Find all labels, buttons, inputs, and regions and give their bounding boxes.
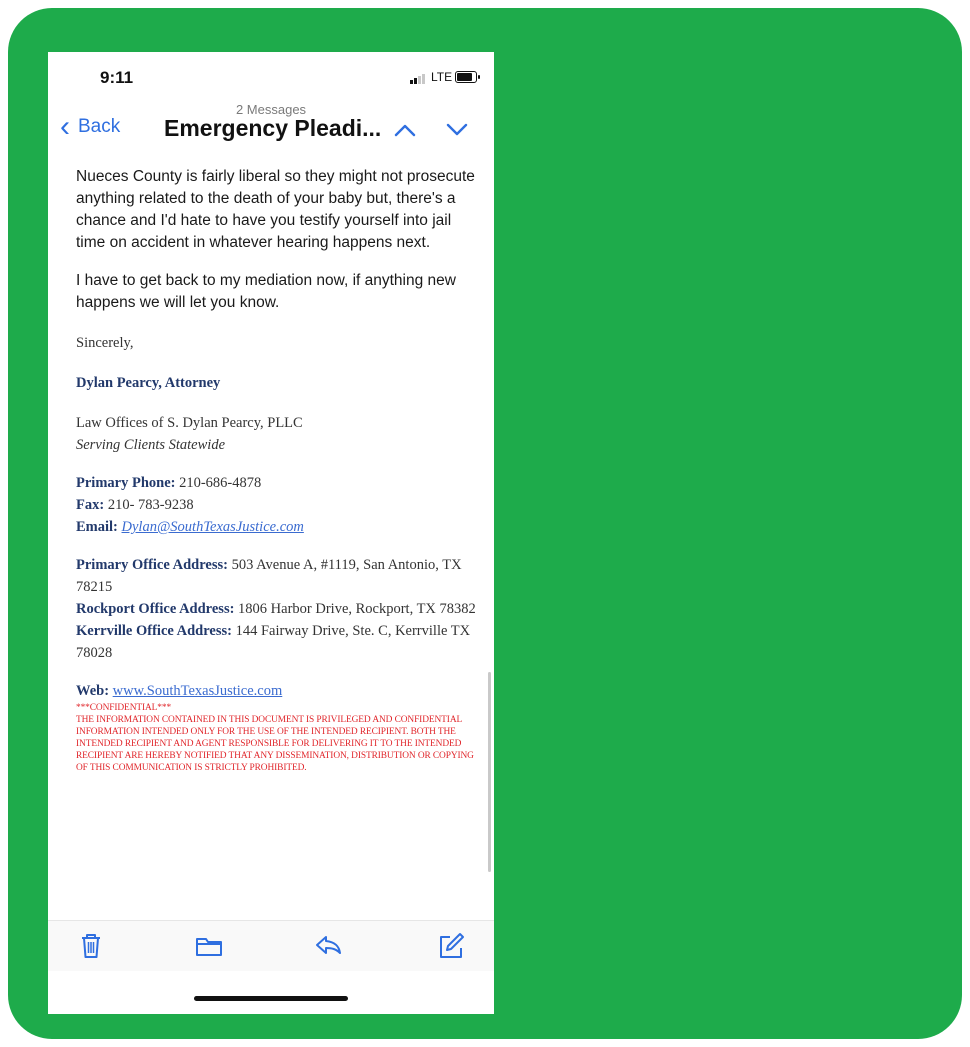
- green-frame: 9:11 LTE 2 Messages ‹ Back Emergency Ple…: [8, 8, 962, 1039]
- scrollbar[interactable]: [488, 672, 491, 872]
- fax-label: Fax:: [76, 497, 105, 513]
- back-button[interactable]: ‹ Back: [60, 110, 121, 143]
- back-label: Back: [78, 116, 121, 137]
- battery-icon: [455, 71, 480, 83]
- trash-button[interactable]: [76, 931, 106, 961]
- rockport-office-label: Rockport Office Address:: [76, 601, 235, 617]
- chevron-down-icon: [446, 123, 468, 136]
- phone-screen: 9:11 LTE 2 Messages ‹ Back Emergency Ple…: [48, 52, 494, 1014]
- mail-toolbar: [48, 920, 494, 971]
- folder-icon: [196, 938, 222, 956]
- primary-phone-line: Primary Phone: 210-686-4878: [76, 472, 484, 494]
- signature-name: Dylan Pearcy, Attorney: [76, 375, 221, 391]
- firm-name: Law Offices of S. Dylan Pearcy, PLLC: [76, 415, 303, 431]
- kerrville-office-label: Kerrville Office Address:: [76, 623, 232, 639]
- chevron-up-icon: [394, 124, 416, 137]
- email-subject: Emergency Pleadi...: [164, 115, 382, 141]
- compose-button[interactable]: [436, 931, 466, 961]
- compose-icon: [440, 933, 464, 958]
- email-paragraph-2: I have to get back to my mediation now, …: [76, 272, 456, 311]
- primary-office-line: Primary Office Address: 503 Avenue A, #1…: [76, 554, 484, 598]
- signal-icon: [410, 74, 425, 84]
- confidential-notice: THE INFORMATION CONTAINED IN THIS DOCUME…: [76, 715, 474, 773]
- firm-tagline: Serving Clients Statewide: [76, 437, 226, 453]
- home-indicator[interactable]: [194, 996, 348, 1001]
- email-link[interactable]: Dylan@SouthTexasJustice.com: [122, 519, 304, 535]
- closing: Sincerely,: [76, 335, 134, 351]
- email-label: Email:: [76, 519, 118, 535]
- fax-value: 210- 783-9238: [107, 497, 194, 513]
- rockport-office-value[interactable]: 1806 Harbor Drive, Rockport, TX 78382: [238, 601, 476, 617]
- previous-message-button[interactable]: [394, 118, 416, 144]
- network-label: LTE: [431, 70, 453, 84]
- web-link[interactable]: www.SouthTexasJustice.com: [113, 683, 283, 699]
- reply-icon: [316, 936, 341, 954]
- reply-button[interactable]: [314, 931, 344, 961]
- rockport-office-line: Rockport Office Address: 1806 Harbor Dri…: [76, 598, 484, 620]
- web-label: Web:: [76, 683, 110, 699]
- mail-nav-bar: 2 Messages ‹ Back Emergency Pleadi...: [48, 96, 494, 156]
- primary-office-label: Primary Office Address:: [76, 557, 228, 573]
- email-line: Email: Dylan@SouthTexasJustice.com: [76, 516, 484, 538]
- kerrville-office-line: Kerrville Office Address: 144 Fairway Dr…: [76, 620, 484, 664]
- trash-icon: [82, 934, 100, 958]
- web-line: Web: www.SouthTexasJustice.com: [76, 680, 484, 702]
- next-message-button[interactable]: [446, 118, 468, 144]
- primary-phone-label: Primary Phone:: [76, 475, 176, 491]
- email-body: Nueces County is fairly liberal so they …: [76, 166, 484, 774]
- email-paragraph-1: Nueces County is fairly liberal so they …: [76, 168, 475, 251]
- status-bar: 9:11 LTE: [48, 52, 494, 96]
- chevron-left-icon: ‹: [60, 110, 70, 143]
- fax-line: Fax: 210- 783-9238: [76, 494, 484, 516]
- confidential-heading: ***CONFIDENTIAL***: [76, 703, 172, 713]
- primary-phone-value[interactable]: 210-686-4878: [179, 475, 261, 491]
- move-to-folder-button[interactable]: [194, 931, 224, 961]
- status-time: 9:11: [100, 68, 134, 87]
